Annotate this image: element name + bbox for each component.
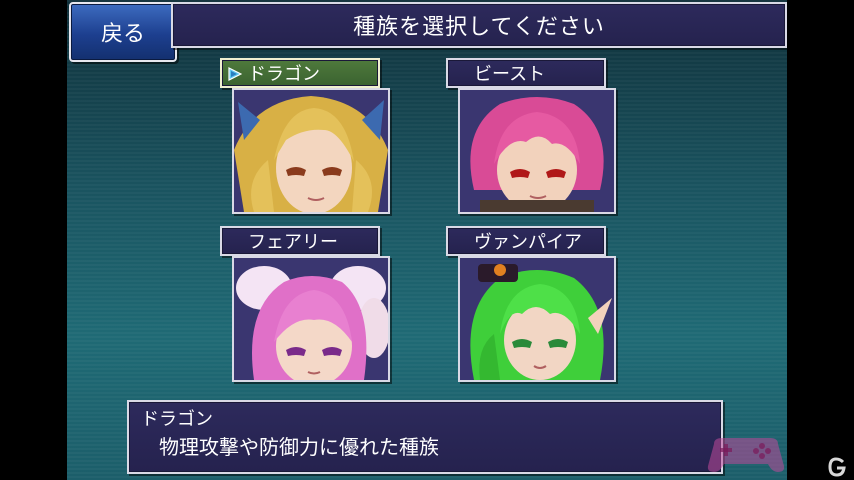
race-name: ヴァンパイア — [474, 232, 582, 253]
race-label-beast[interactable]: ビースト — [446, 58, 606, 88]
race-label-fairy[interactable]: フェアリー — [220, 226, 380, 256]
race-label-dragon[interactable]: ドラゴン — [220, 58, 380, 88]
beast-portrait-image — [460, 90, 614, 212]
race-name: フェアリー — [248, 232, 338, 253]
race-name: ビースト — [474, 64, 546, 85]
vampire-portrait-image — [460, 258, 614, 380]
race-card-beast[interactable]: ビースト — [446, 58, 616, 214]
dragon-portrait[interactable] — [232, 88, 390, 214]
vampire-portrait[interactable] — [458, 256, 616, 382]
race-label-vampire[interactable]: ヴァンパイア — [446, 226, 606, 256]
screen: 戻る 種族を選択してください ドラゴン ビースト フェアリー ヴァンパイア ドラ… — [0, 0, 854, 480]
selection-cursor-icon — [228, 67, 242, 81]
site-logo-icon — [828, 457, 846, 477]
fairy-portrait[interactable] — [232, 256, 390, 382]
description-text: 物理攻撃や防御力に優れた種族 — [159, 435, 439, 459]
back-button[interactable]: 戻る — [69, 2, 177, 62]
race-name: ドラゴン — [248, 64, 320, 85]
fairy-portrait-image — [234, 258, 388, 380]
dragon-portrait-image — [234, 90, 388, 212]
race-card-dragon[interactable]: ドラゴン — [220, 58, 390, 214]
description-box: ドラゴン 物理攻撃や防御力に優れた種族 — [127, 400, 723, 474]
beast-portrait[interactable] — [458, 88, 616, 214]
race-card-fairy[interactable]: フェアリー — [220, 226, 390, 382]
page-title: 種族を選択してください — [171, 2, 787, 48]
gamepad-icon — [707, 438, 785, 472]
description-title: ドラゴン — [141, 409, 213, 430]
race-card-vampire[interactable]: ヴァンパイア — [446, 226, 616, 382]
